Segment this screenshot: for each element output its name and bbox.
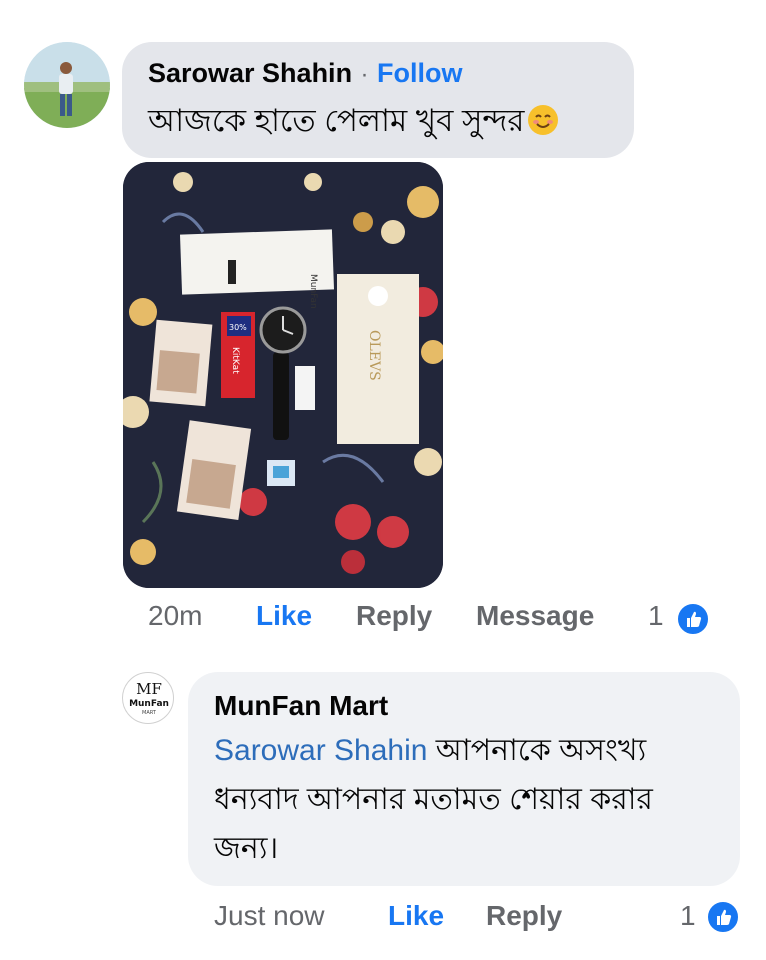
message-button[interactable]: Message — [476, 600, 594, 632]
munfan-logo-icon: MF MunFan MART — [129, 680, 169, 716]
avatar-photo — [24, 42, 110, 128]
comment-timestamp[interactable]: 20m — [148, 600, 202, 632]
comment-text: আজকে হাতে পেলাম খুব সুন্দর — [148, 103, 525, 138]
page-avatar[interactable]: MF MunFan MART — [122, 672, 174, 724]
watch-box: OLEVS — [337, 274, 419, 444]
like-reaction-icon[interactable] — [676, 602, 710, 636]
commenter-avatar[interactable] — [24, 42, 110, 128]
svg-text:MF: MF — [136, 680, 162, 698]
reply-like-reaction-icon[interactable] — [706, 900, 740, 934]
separator-dot: · — [360, 61, 369, 88]
svg-text:MunFan: MunFan — [308, 274, 318, 309]
reply-reaction-count[interactable]: 1 — [680, 900, 696, 932]
kitkat-bar: 30% KitKat — [221, 312, 255, 398]
reply-bubble: MunFan Mart Sarowar Shahin আপনাকে অসংখ্য… — [188, 672, 740, 886]
comment-bubble: Sarowar Shahin · Follow আজকে হাতে পেলাম … — [122, 42, 634, 158]
comment-actions: 20m Like Reply Message 1 — [0, 600, 766, 640]
like-button[interactable]: Like — [256, 600, 312, 632]
reply-like-button[interactable]: Like — [388, 900, 444, 932]
svg-text:30%: 30% — [229, 323, 247, 332]
reply-timestamp[interactable]: Just now — [214, 900, 325, 932]
reply-actions: Just now Like Reply 1 — [0, 900, 766, 940]
smiling-face-emoji-icon — [528, 105, 559, 135]
svg-text:MunFan: MunFan — [129, 699, 169, 709]
reply-button[interactable]: Reply — [356, 600, 432, 632]
reaction-count[interactable]: 1 — [648, 600, 664, 632]
reply-reply-button[interactable]: Reply — [486, 900, 562, 932]
commenter-name[interactable]: Sarowar Shahin — [148, 58, 352, 88]
reply-author-name[interactable]: MunFan Mart — [214, 690, 714, 722]
svg-text:OLEVS: OLEVS — [366, 330, 382, 381]
svg-text:KitKat: KitKat — [230, 347, 240, 374]
product-unboxing-image: MunFan OLEVS 30% KitKat — [123, 162, 443, 588]
mention-link[interactable]: Sarowar Shahin — [214, 734, 427, 767]
svg-text:MART: MART — [142, 710, 157, 716]
follow-button[interactable]: Follow — [377, 58, 462, 88]
comment-photo[interactable]: MunFan OLEVS 30% KitKat — [123, 162, 443, 588]
